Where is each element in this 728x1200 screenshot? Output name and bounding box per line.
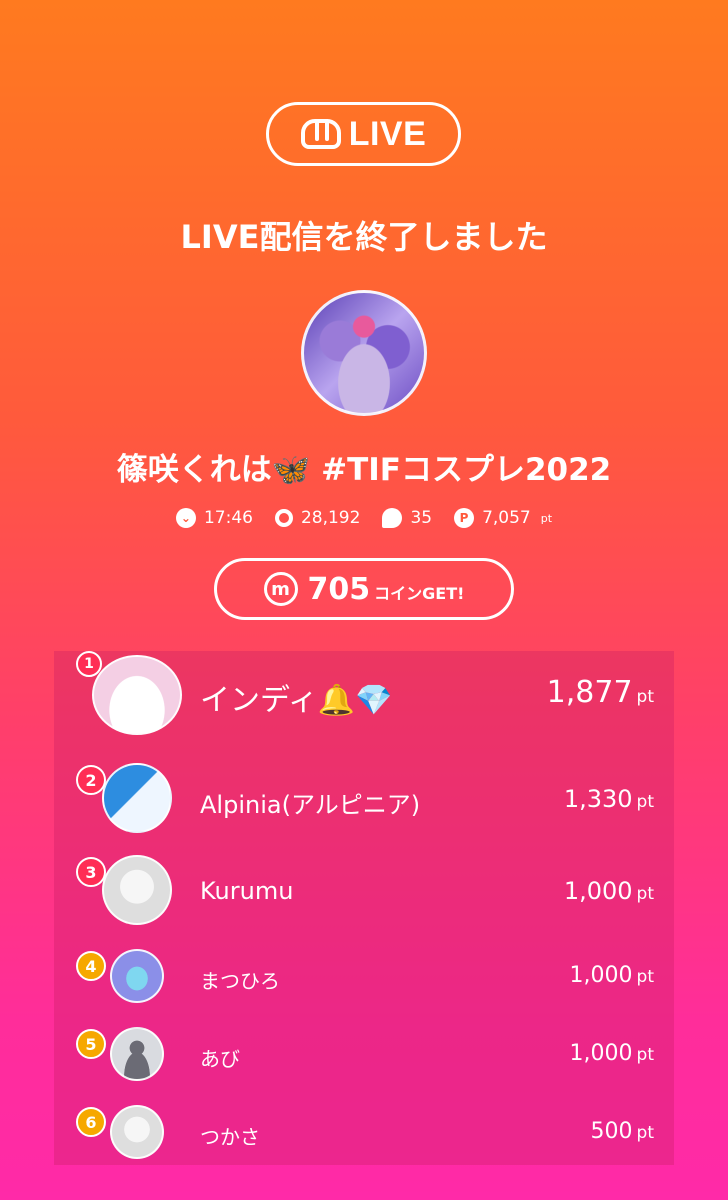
points-icon: P <box>454 508 475 528</box>
points-number: 1,330 <box>563 785 633 813</box>
points-number: 1,000 <box>563 877 633 905</box>
viewers-icon <box>274 509 293 527</box>
coin-suffix: コインGET! <box>374 584 465 603</box>
ranking-row[interactable]: 2 Alpinia(アルピニア) 1,330 pt <box>54 753 674 843</box>
ranking-row[interactable]: 5 あび 1,000 pt <box>54 1023 674 1099</box>
points-value: 7,057 <box>482 508 531 528</box>
points-unit: pt <box>636 792 654 812</box>
stream-ended-title: LIVE配信を終了しました <box>180 218 548 256</box>
comment-bubble-icon <box>382 508 403 528</box>
stream-stats: ⌄ 17:46 28,192 35 P 7,057 pt <box>0 508 728 528</box>
clock-icon: ⌄ <box>175 508 196 528</box>
points-stat: P 7,057 pt <box>454 508 552 528</box>
points-unit: pt <box>636 687 654 707</box>
points-number: 1,877 <box>546 675 633 710</box>
user-avatar[interactable] <box>92 655 182 735</box>
rank-badge: 2 <box>76 765 106 795</box>
coin-icon: m <box>263 572 298 606</box>
streamer-name: 篠咲くれは🦋 #TIFコスプレ2022 <box>116 452 612 488</box>
user-avatar[interactable] <box>110 949 164 1003</box>
m-logo-icon <box>300 119 341 149</box>
user-points: 1,000 pt <box>570 963 654 988</box>
live-logo: LIVE <box>266 102 461 166</box>
points-unit: pt <box>540 511 553 525</box>
user-points: 1,330 pt <box>564 785 654 813</box>
points-number: 1,000 <box>569 963 633 988</box>
coin-get-banner[interactable]: m 705 コインGET! <box>214 558 514 620</box>
points-unit: pt <box>636 967 654 987</box>
ranking-row[interactable]: 3 Kurumu 1,000 pt <box>54 847 674 937</box>
comments-value: 35 <box>410 508 433 528</box>
user-name: Kurumu <box>200 877 294 905</box>
rank-badge: 4 <box>76 951 106 981</box>
viewers-stat: 28,192 <box>274 508 361 528</box>
comments-stat: 35 <box>382 508 432 528</box>
user-name: つかさ <box>200 1125 260 1149</box>
points-unit: pt <box>636 1045 654 1065</box>
ranking-row[interactable]: 4 まつひろ 1,000 pt <box>54 943 674 1019</box>
points-number: 1,000 <box>569 1041 633 1066</box>
rank-badge: 5 <box>76 1029 106 1059</box>
duration-stat: ⌄ 17:46 <box>175 508 253 528</box>
user-avatar[interactable] <box>110 1105 164 1159</box>
user-name: Alpinia(アルピニア) <box>200 791 421 819</box>
user-avatar[interactable] <box>102 855 172 925</box>
user-avatar[interactable] <box>110 1027 164 1081</box>
points-unit: pt <box>636 884 654 904</box>
user-name: まつひろ <box>200 969 280 993</box>
user-points: 1,877 pt <box>547 675 654 710</box>
user-points: 1,000 pt <box>570 1041 654 1066</box>
streamer-avatar[interactable] <box>301 290 427 416</box>
viewers-value: 28,192 <box>300 508 361 528</box>
user-avatar[interactable] <box>102 763 172 833</box>
rank-badge: 6 <box>76 1107 106 1137</box>
supporter-ranking: 1 インディ🔔💎 1,877 pt 2 Alpinia(アルピニア) 1,330 p… <box>54 651 674 1165</box>
logo-text: LIVE <box>348 114 427 153</box>
rank-badge: 3 <box>76 857 106 887</box>
coin-amount: 705 <box>307 571 371 607</box>
rank-badge: 1 <box>76 651 102 677</box>
user-name: あび <box>200 1047 240 1071</box>
user-points: 500 pt <box>591 1119 654 1144</box>
points-number: 500 <box>590 1119 633 1144</box>
points-unit: pt <box>636 1123 654 1143</box>
user-name: インディ🔔💎 <box>200 683 393 718</box>
ranking-row[interactable]: 6 つかさ 500 pt <box>54 1101 674 1165</box>
user-points: 1,000 pt <box>564 877 654 905</box>
ranking-row[interactable]: 1 インディ🔔💎 1,877 pt <box>54 651 674 741</box>
duration-value: 17:46 <box>203 508 253 528</box>
